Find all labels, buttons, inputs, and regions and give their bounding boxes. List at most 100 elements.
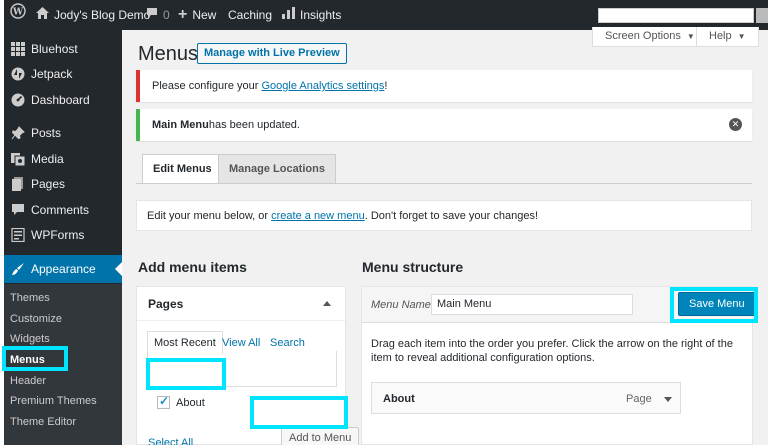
sidebar-item-label: Dashboard <box>31 93 90 107</box>
tab-divider <box>136 183 752 184</box>
sidebar-item-dashboard[interactable]: Dashboard <box>4 88 122 112</box>
info-text: Edit your menu below, or <box>147 209 269 222</box>
notice-text: Please configure your <box>152 80 259 92</box>
menu-updated-notice: Main Menu has been updated. ✕ <box>136 109 752 141</box>
menu-name-input[interactable]: Main Menu <box>431 294 633 315</box>
analytics-settings-link[interactable]: Google Analytics settings <box>261 80 384 92</box>
submenu-customize[interactable]: Customize <box>10 313 62 325</box>
comment-icon <box>146 0 158 30</box>
wordpress-logo[interactable]: W <box>10 0 26 30</box>
create-menu-link[interactable]: create a new menu <box>271 210 365 222</box>
menu-structure-description: Drag each item into the order you prefer… <box>371 338 733 364</box>
sidebar-item-posts[interactable]: Posts <box>4 121 122 145</box>
screen-options-label: Screen Options <box>605 30 681 42</box>
page-item-label: About <box>176 396 205 409</box>
add-to-menu-button[interactable]: Add to Menu <box>281 427 360 445</box>
sidebar-item-wpforms[interactable]: WPForms <box>4 223 122 247</box>
sidebar-item-pages[interactable]: Pages <box>4 172 122 196</box>
jetpack-icon <box>6 67 30 81</box>
checkmark-icon: ✓ <box>159 394 170 408</box>
home-icon <box>36 0 49 30</box>
menu-item-title: About <box>383 393 415 405</box>
brush-icon <box>6 262 30 276</box>
sidebar-item-label: WPForms <box>31 228 85 242</box>
sidebar-item-jetpack[interactable]: Jetpack <box>4 62 122 86</box>
page-item-about[interactable]: ✓ About <box>157 394 205 409</box>
notice-text: has been updated. <box>208 119 300 131</box>
wordpress-icon: W <box>10 0 26 30</box>
submenu-widgets[interactable]: Widgets <box>10 333 50 345</box>
new-label: New <box>192 8 217 22</box>
site-name: Jody's Blog Demo <box>54 8 151 22</box>
subtab-search[interactable]: Search <box>270 337 305 349</box>
sidebar-item-appearance[interactable]: Appearance <box>4 255 122 283</box>
forms-icon <box>6 228 30 242</box>
help-button[interactable]: Help ▼ <box>696 27 759 47</box>
caret-down-icon: ▼ <box>686 32 695 41</box>
expand-arrow-icon[interactable] <box>664 397 672 402</box>
insights-link[interactable]: Insights <box>282 0 341 30</box>
plus-icon: + <box>178 6 188 23</box>
notice-suffix: ! <box>384 80 388 92</box>
sidebar-item-label: Media <box>31 152 64 166</box>
sidebar-item-label: Bluehost <box>31 42 78 56</box>
admin-search-input[interactable] <box>598 8 754 23</box>
highlight-add-to-menu <box>250 396 348 429</box>
highlight-save-menu <box>670 287 758 323</box>
pin-icon <box>6 126 30 140</box>
sidebar-item-label: Pages <box>31 177 66 191</box>
sidebar-item-comments[interactable]: Comments <box>4 198 122 222</box>
submenu-premium-themes[interactable]: Premium Themes <box>10 395 97 407</box>
pages-panel-header[interactable]: Pages <box>137 287 345 321</box>
notice-menu-name: Main Menu <box>152 119 209 131</box>
menu-item-type: Page <box>626 393 652 405</box>
screen-options-button[interactable]: Screen Options ▼ <box>592 27 708 47</box>
svg-text:W: W <box>12 8 24 18</box>
admin-search-edge <box>756 8 768 23</box>
admin-bar: W Jody's Blog Demo 0 + New Caching Insig… <box>4 0 768 30</box>
about-checkbox[interactable]: ✓ <box>157 394 170 409</box>
dismiss-icon[interactable]: ✕ <box>729 118 742 131</box>
tab-edit-menus[interactable]: Edit Menus <box>142 154 223 183</box>
comments-link[interactable]: 0 <box>146 0 170 30</box>
site-name-link[interactable]: Jody's Blog Demo <box>36 0 150 30</box>
dashboard-icon <box>6 93 30 107</box>
collapse-arrow-icon[interactable] <box>323 301 331 306</box>
menu-structure-heading: Menu structure <box>362 259 464 275</box>
comments-count: 0 <box>163 8 170 22</box>
sidebar-item-label: Jetpack <box>31 67 73 81</box>
add-menu-items-heading: Add menu items <box>138 259 247 275</box>
sidebar-item-media[interactable]: Media <box>4 147 122 171</box>
caret-down-icon: ▼ <box>737 32 746 41</box>
edit-menu-info: Edit your menu below, or create a new me… <box>136 200 752 231</box>
sidebar-item-bluehost[interactable]: Bluehost <box>4 37 122 61</box>
insights-label: Insights <box>300 8 342 22</box>
subtab-view-all[interactable]: View All <box>222 337 260 349</box>
highlight-menus <box>2 346 68 371</box>
info-suffix: . Don't forget to save your changes! <box>364 209 539 222</box>
grid-icon <box>6 42 30 56</box>
current-indicator <box>115 262 122 276</box>
analytics-error-notice: Please configure your Google Analytics s… <box>136 70 752 102</box>
caching-label: Caching <box>228 8 273 22</box>
sidebar-item-label: Appearance <box>31 262 96 276</box>
comment-icon <box>6 203 30 217</box>
submenu-themes[interactable]: Themes <box>10 292 50 304</box>
select-all-link[interactable]: Select All <box>148 437 193 445</box>
pages-icon <box>6 177 30 191</box>
new-content-link[interactable]: + New <box>178 0 216 30</box>
pages-panel-title: Pages <box>148 297 184 311</box>
page-title: Menus <box>138 43 199 65</box>
live-preview-button[interactable]: Manage with Live Preview <box>197 43 347 64</box>
highlight-about-checkbox <box>146 358 226 390</box>
bar-chart-icon <box>282 0 295 30</box>
admin-sidebar: Bluehost Jetpack Dashboard Posts Media P… <box>4 30 122 445</box>
tab-manage-locations[interactable]: Manage Locations <box>218 154 336 183</box>
media-icon <box>6 152 30 166</box>
submenu-theme-editor[interactable]: Theme Editor <box>10 416 76 428</box>
caching-link[interactable]: Caching <box>228 0 272 30</box>
help-label: Help <box>709 30 732 42</box>
submenu-header[interactable]: Header <box>10 375 46 387</box>
menu-item-about[interactable]: About Page <box>371 382 681 414</box>
sidebar-item-label: Posts <box>31 126 62 140</box>
